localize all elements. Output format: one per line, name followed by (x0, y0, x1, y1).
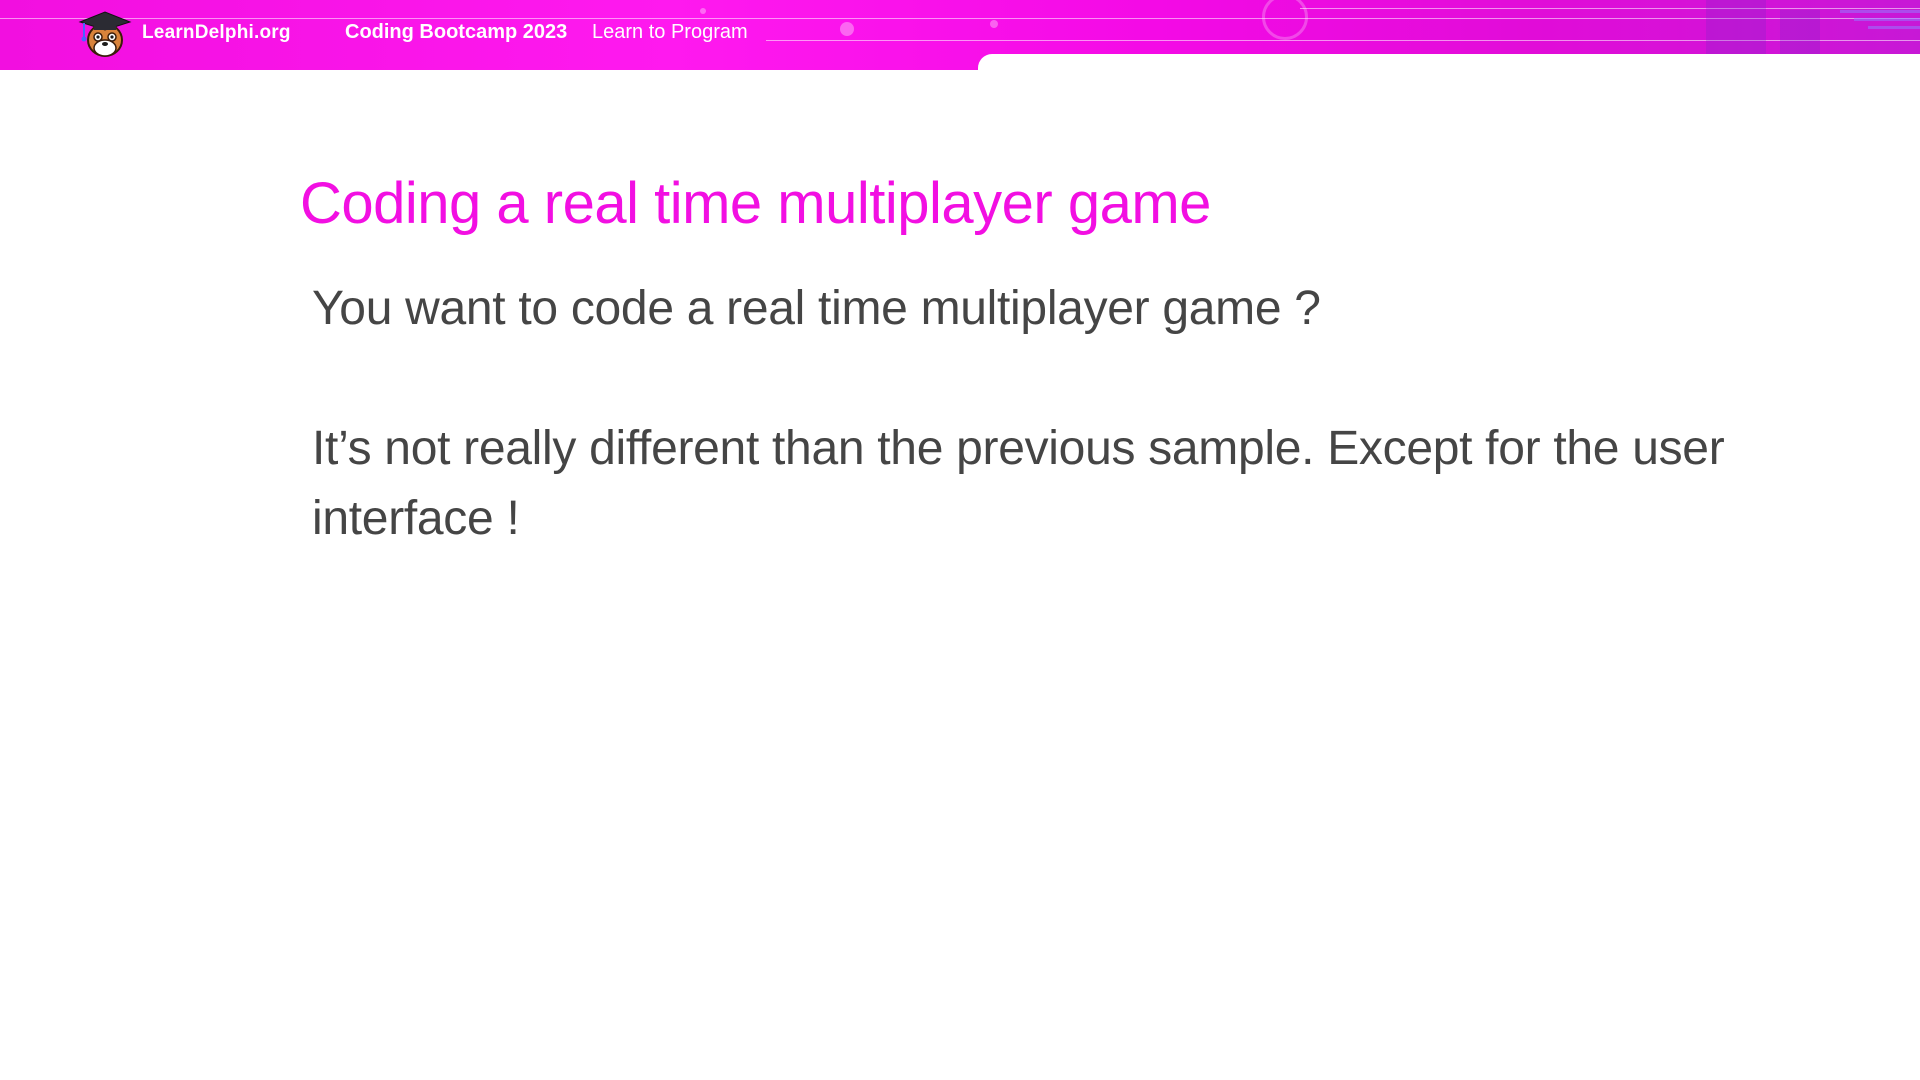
body-paragraph: It’s not really different than the previ… (312, 422, 1725, 545)
banner-stripe (1854, 18, 1920, 21)
banner-dot (700, 8, 706, 14)
banner-dot (840, 22, 854, 36)
presentation-slide: LearnDelphi.org Coding Bootcamp 2023 Lea… (0, 0, 1920, 1080)
brand-name: LearnDelphi.org (142, 22, 291, 43)
banner-line (1300, 8, 1920, 9)
event-tagline: Learn to Program (592, 21, 748, 43)
header-banner: LearnDelphi.org Coding Bootcamp 2023 Lea… (0, 0, 1920, 70)
banner-stripe (1840, 10, 1920, 13)
slide-title: Coding a real time multiplayer game (300, 171, 1211, 236)
banner-line (0, 18, 1920, 19)
banner-block (1780, 10, 1820, 54)
graduate-mascot-icon (78, 11, 132, 57)
banner-ring (1262, 0, 1308, 40)
banner-white-notch (978, 54, 1920, 70)
event-title: Coding Bootcamp 2023 (345, 21, 568, 43)
body-paragraph: You want to code a real time multiplayer… (312, 282, 1321, 335)
banner-block (1706, 0, 1766, 54)
banner-dot (990, 20, 998, 28)
banner-stripe (1868, 26, 1920, 29)
